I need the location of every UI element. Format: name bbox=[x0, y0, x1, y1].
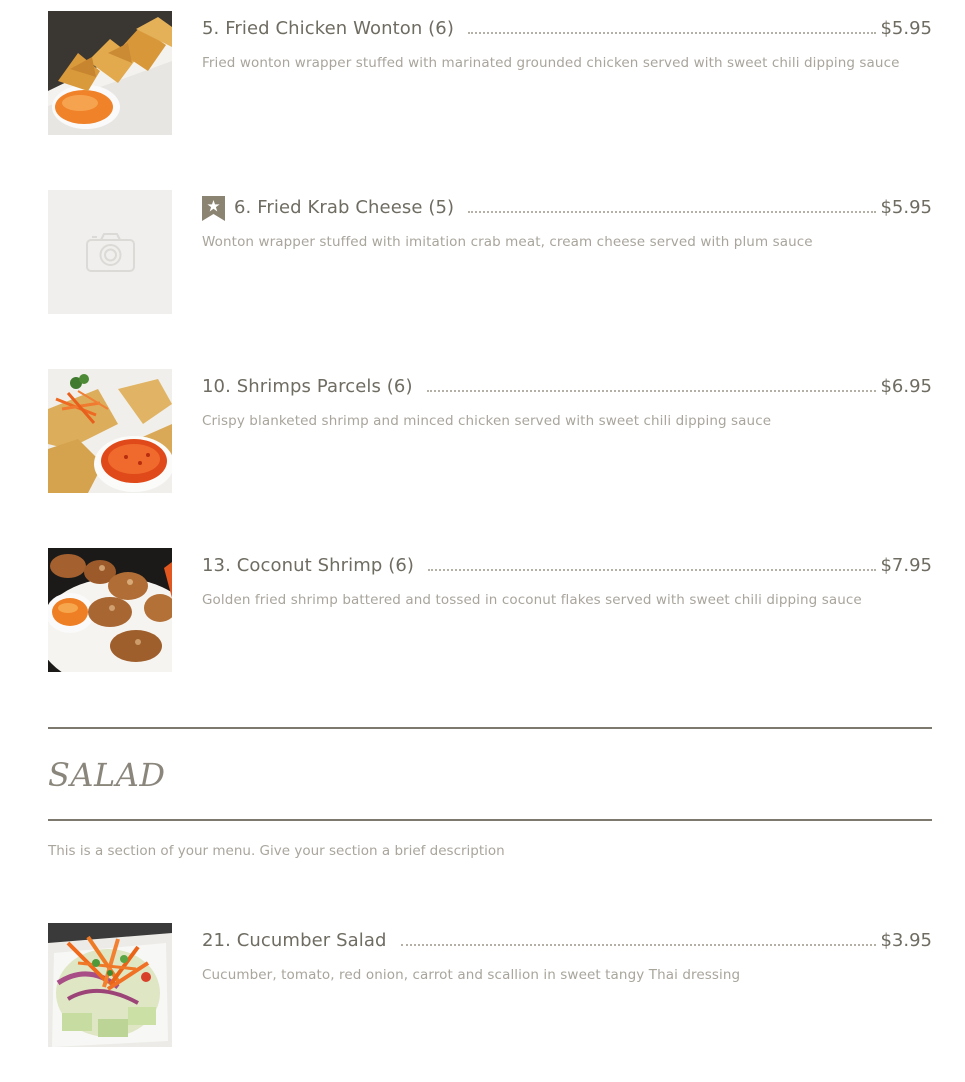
item-price: $5.95 bbox=[880, 197, 932, 218]
item-price: $7.95 bbox=[880, 555, 932, 576]
dot-leader bbox=[426, 390, 877, 392]
dot-leader bbox=[400, 944, 877, 946]
cucumber-salad-photo bbox=[48, 923, 172, 1047]
section-rule-top bbox=[48, 727, 932, 729]
section-description: This is a section of your menu. Give you… bbox=[48, 843, 505, 859]
item-photo[interactable] bbox=[48, 369, 172, 493]
shrimp-parcels-photo bbox=[48, 369, 172, 493]
wonton-photo bbox=[48, 11, 172, 135]
item-price: $6.95 bbox=[880, 376, 932, 397]
dot-leader bbox=[468, 211, 877, 213]
menu-item[interactable]: 6. Fried Krab Cheese (5) $5.95 Wonton wr… bbox=[48, 190, 932, 314]
item-name: 6. Fried Krab Cheese (5) bbox=[234, 197, 455, 218]
item-name: 5. Fried Chicken Wonton (6) bbox=[202, 18, 454, 39]
item-name: 21. Cucumber Salad bbox=[202, 930, 387, 951]
item-photo-placeholder bbox=[48, 190, 172, 314]
item-name: 10. Shrimps Parcels (6) bbox=[202, 376, 413, 397]
item-photo[interactable] bbox=[48, 923, 172, 1047]
item-price: $3.95 bbox=[880, 930, 932, 951]
star-bookmark-icon bbox=[202, 196, 225, 221]
item-photo[interactable] bbox=[48, 548, 172, 672]
item-description: Golden fried shrimp battered and tossed … bbox=[202, 592, 862, 608]
coconut-shrimp-photo bbox=[48, 548, 172, 672]
camera-icon bbox=[48, 190, 172, 314]
menu-item[interactable]: 10. Shrimps Parcels (6) $6.95 Crispy bla… bbox=[48, 369, 932, 493]
item-name: 13. Coconut Shrimp (6) bbox=[202, 555, 415, 576]
item-description: Fried wonton wrapper stuffed with marina… bbox=[202, 55, 900, 71]
dot-leader bbox=[467, 32, 877, 34]
menu-item[interactable]: 5. Fried Chicken Wonton (6) $5.95 Fried … bbox=[48, 11, 932, 135]
menu-item[interactable]: 21. Cucumber Salad $3.95 Cucumber, tomat… bbox=[48, 923, 932, 1047]
item-price: $5.95 bbox=[880, 18, 932, 39]
dot-leader bbox=[428, 569, 877, 571]
item-description: Wonton wrapper stuffed with imitation cr… bbox=[202, 234, 813, 250]
item-photo[interactable] bbox=[48, 11, 172, 135]
menu-item[interactable]: 13. Coconut Shrimp (6) $7.95 Golden frie… bbox=[48, 548, 932, 672]
section-rule-bottom bbox=[48, 819, 932, 821]
item-description: Cucumber, tomato, red onion, carrot and … bbox=[202, 967, 741, 983]
section-title: SALAD bbox=[48, 756, 166, 794]
item-description: Crispy blanketed shrimp and minced chick… bbox=[202, 413, 772, 429]
